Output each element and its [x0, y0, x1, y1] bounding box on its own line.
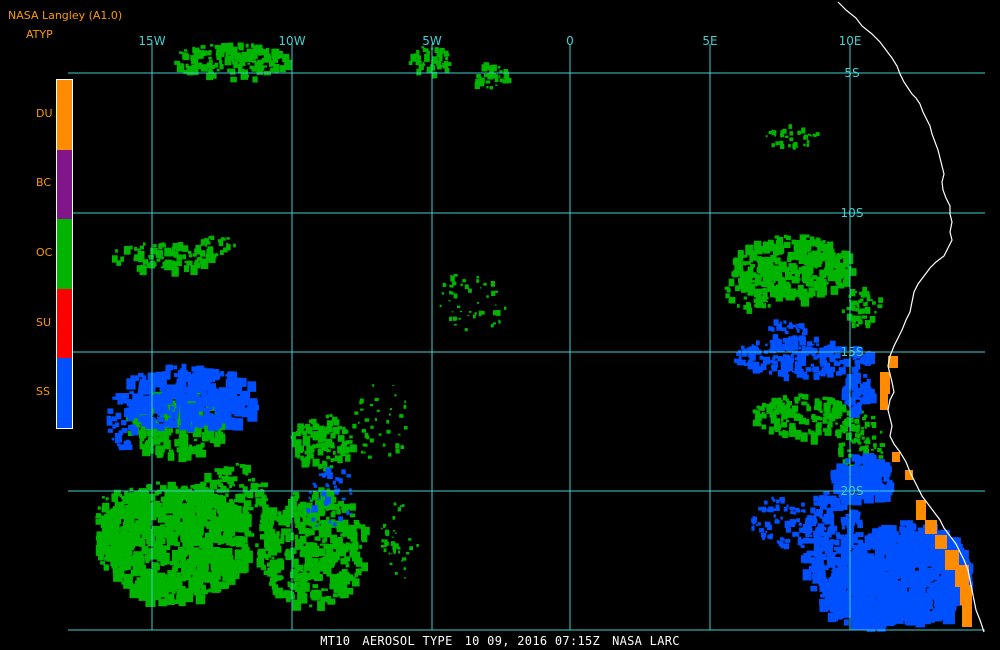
latitude-label: 10S [841, 206, 864, 220]
legend-label-oc: OC [36, 246, 53, 259]
latitude-label: 20S [841, 484, 864, 498]
footer-title: AEROSOL TYPE [362, 634, 453, 648]
longitude-label: 5W [422, 34, 442, 48]
longitude-label: 5E [702, 34, 717, 48]
footer-datetime: 10 09, 2016 07:15Z [464, 634, 601, 648]
aerosol-legend-bar [56, 79, 73, 429]
data-source-label: NASA Langley (A1.0) [8, 9, 123, 22]
legend-swatch-du [57, 80, 72, 150]
longitude-label: 0 [566, 34, 574, 48]
longitude-label: 10E [839, 34, 862, 48]
latitude-label: 5S [844, 66, 859, 80]
map-footer: MT10 AEROSOL TYPE 10 09, 2016 07:15Z NASA L… [0, 634, 1000, 648]
latitude-label: 15S [841, 345, 864, 359]
product-label: ATYP [26, 28, 53, 41]
legend-label-ss: SS [36, 385, 50, 399]
footer-credit: NASA LARC [612, 634, 680, 648]
longitude-label: 10W [278, 34, 305, 48]
longitude-label: 15W [138, 34, 165, 48]
legend-label-du: DU [36, 106, 53, 120]
legend-swatch-oc [57, 219, 72, 289]
legend-swatch-su [57, 288, 72, 359]
ss-aerosol-pixels [106, 319, 974, 632]
legend-swatch-ss [57, 358, 72, 428]
aerosol-type-map: 15W 10W 5W 0 5E 10E 5S 10S 15S 20S [68, 1, 985, 633]
legend-swatch-bc [57, 149, 72, 220]
footer-sensor: MT10 [320, 634, 351, 648]
legend-label-bc: BC [36, 176, 52, 190]
legend-label-su: SU [36, 315, 52, 329]
